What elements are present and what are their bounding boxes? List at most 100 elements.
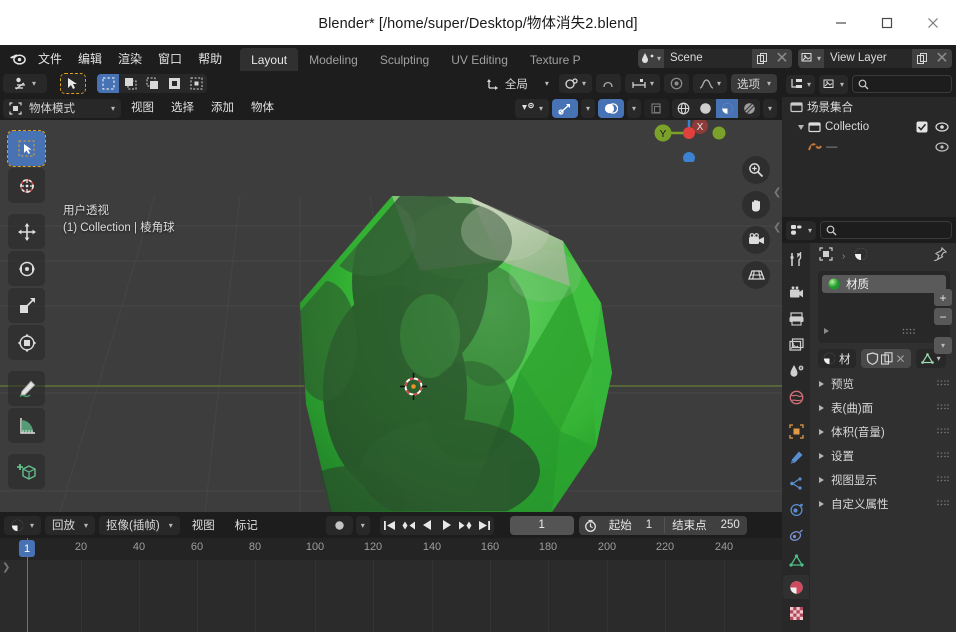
material-datablock-selector[interactable]: 材 — [818, 349, 856, 368]
material-properties-tab[interactable] — [783, 575, 809, 599]
previous-keyframe-button[interactable] — [399, 516, 418, 535]
panel-surface[interactable]: 表(曲)面 — [810, 396, 956, 420]
object-breadcrumb-icon[interactable] — [819, 246, 833, 266]
snap-increment-selector[interactable]: ▾ — [624, 74, 660, 93]
select-mode-group[interactable] — [97, 74, 207, 93]
auto-keying-options-dropdown[interactable]: ▾ — [355, 515, 370, 535]
properties-search-input[interactable] — [820, 221, 952, 239]
auto-keying-toggle[interactable] — [325, 515, 353, 535]
render-properties-tab[interactable] — [783, 281, 809, 305]
snap-target-selector[interactable]: ▾ — [558, 74, 592, 93]
solid-shading-icon[interactable] — [694, 98, 716, 118]
panel-viewport-display[interactable]: 视图显示 — [810, 468, 956, 492]
timeline-playhead-label[interactable]: 1 — [18, 540, 36, 557]
tab-sculpting[interactable]: Sculpting — [369, 48, 440, 71]
scale-tool[interactable] — [8, 288, 45, 323]
output-properties-tab[interactable] — [783, 307, 809, 331]
material-slot-specials-button[interactable]: ▾ — [934, 337, 952, 354]
viewport-menu-select[interactable]: 选择 — [164, 99, 201, 118]
viewlayer-name[interactable]: View Layer — [824, 52, 912, 64]
move-tool[interactable] — [8, 214, 45, 249]
cursor-tool[interactable] — [8, 168, 45, 203]
new-viewlayer-button[interactable] — [912, 48, 932, 68]
outliner-row-collection[interactable]: Collectio — [782, 117, 956, 137]
viewport-options-dropdown[interactable]: 选项 ▾ — [730, 74, 777, 93]
play-reverse-button[interactable] — [418, 516, 437, 535]
properties-editor[interactable]: ▾ › 材质 + − ▾ 材 ✕ ▾ 预览 表(曲)面 体积(音量) 设置 视图… — [782, 217, 956, 632]
overlays-toggle[interactable] — [598, 98, 624, 118]
play-button[interactable] — [437, 516, 456, 535]
viewport-3d[interactable]: ▾ 全局 ▾ ▾ ▾ ▾ 选项 ▾ 物体模式 ▾ 视图 选择 添加 物体 ▾ ▾… — [0, 71, 782, 512]
texture-properties-tab[interactable] — [783, 601, 809, 625]
properties-editor-type-selector[interactable]: ▾ — [786, 220, 817, 240]
outliner-search-input[interactable] — [852, 75, 952, 93]
timeline-editor[interactable]: ▾ 回放 ▾ 抠像(插帧) ▾ 视图 标记 ▾ 1 起始 1 结束点 250 2… — [0, 512, 782, 632]
timeline-menu-marker[interactable]: 标记 — [227, 517, 266, 533]
object-mode-selector[interactable]: 物体模式 ▾ — [3, 98, 121, 118]
zoom-view-icon[interactable] — [742, 156, 770, 184]
properties-expand-arrow-icon[interactable]: ❮ — [773, 222, 781, 233]
maximize-button[interactable] — [864, 0, 910, 45]
new-scene-button[interactable] — [752, 48, 772, 68]
scene-selector[interactable]: ▾ Scene ✕ — [638, 48, 792, 68]
transform-tool[interactable] — [8, 325, 45, 360]
falloff-curve-selector[interactable]: ▾ — [692, 74, 727, 93]
timeline-menu-view[interactable]: 视图 — [184, 517, 223, 533]
object-properties-tab[interactable] — [783, 419, 809, 443]
outliner-display-mode-selector[interactable]: ▾ — [819, 74, 849, 94]
viewport-menu-object[interactable]: 物体 — [244, 99, 281, 118]
panel-settings[interactable]: 设置 — [810, 444, 956, 468]
overlays-options-dropdown[interactable]: ▾ — [627, 98, 641, 118]
proportional-falloff-icon[interactable] — [663, 74, 689, 93]
panel-preview[interactable]: 预览 — [810, 372, 956, 396]
viewlayer-selector[interactable]: ▾ View Layer ✕ — [798, 48, 952, 68]
object-constraint-properties-tab[interactable] — [783, 523, 809, 547]
playback-menu[interactable]: 回放 ▾ — [45, 515, 96, 535]
timeline-editor-type-selector[interactable]: ▾ — [4, 515, 42, 535]
outliner-editor-type-selector[interactable]: ▾ — [786, 74, 816, 94]
menu-render[interactable]: 渲染 — [110, 45, 150, 71]
hide-object-icon[interactable] — [935, 141, 949, 153]
tab-uv-editing[interactable]: UV Editing — [440, 48, 519, 71]
slot-specials-expand-icon[interactable] — [824, 328, 829, 334]
tab-modeling[interactable]: Modeling — [298, 48, 369, 71]
unlink-scene-button[interactable]: ✕ — [772, 48, 792, 68]
jump-to-start-button[interactable] — [380, 516, 399, 535]
hide-collection-icon[interactable] — [935, 121, 949, 133]
timeline-expand-arrow-icon[interactable]: ❯ — [2, 562, 10, 573]
end-frame-value[interactable]: 250 — [714, 519, 747, 531]
remove-viewlayer-button[interactable]: ✕ — [932, 48, 952, 68]
rendered-shading-icon[interactable] — [738, 98, 760, 118]
modifier-properties-tab[interactable] — [783, 445, 809, 469]
menu-file[interactable]: 文件 — [30, 45, 70, 71]
slot-list-grip[interactable] — [902, 322, 916, 340]
scene-icon[interactable]: ▾ — [638, 48, 664, 68]
shading-mode-group[interactable] — [672, 98, 760, 118]
outliner-row-scene-collection[interactable]: 场景集合 — [782, 97, 956, 117]
material-slot-row[interactable]: 材质 — [822, 275, 946, 293]
scene-properties-tab[interactable] — [783, 359, 809, 383]
use-preview-range-icon[interactable] — [579, 519, 602, 532]
object-visibility-selector[interactable]: ▾ — [514, 98, 549, 118]
view-layer-icon[interactable]: ▾ — [798, 48, 824, 68]
start-frame-value[interactable]: 1 — [639, 519, 664, 531]
shading-options-dropdown[interactable]: ▾ — [763, 98, 777, 118]
material-fake-user-and-new[interactable]: ✕ — [860, 349, 911, 368]
material-preview-shading-icon[interactable] — [716, 98, 738, 118]
current-frame-input[interactable]: 1 — [509, 515, 574, 535]
gizmo-toggle[interactable] — [552, 98, 578, 118]
select-tool-active-indicator[interactable] — [60, 73, 86, 94]
tab-layout[interactable]: Layout — [240, 48, 299, 71]
unlink-material-icon[interactable]: ✕ — [896, 352, 906, 366]
menu-window[interactable]: 窗口 — [150, 45, 190, 71]
frame-range-group[interactable]: 起始 1 结束点 250 — [578, 515, 747, 535]
select-extend-icon[interactable] — [119, 74, 141, 93]
transform-orientation-selector[interactable]: 全局 ▾ — [481, 74, 555, 93]
scene-name[interactable]: Scene — [664, 52, 752, 64]
keying-menu[interactable]: 抠像(插帧) ▾ — [99, 515, 180, 535]
menu-help[interactable]: 帮助 — [190, 45, 230, 71]
close-button[interactable] — [910, 0, 956, 45]
viewport-menu-view[interactable]: 视图 — [124, 99, 161, 118]
select-set-icon[interactable] — [97, 74, 119, 93]
viewport-sidebar-arrow-icon[interactable]: ❮ — [773, 187, 781, 198]
